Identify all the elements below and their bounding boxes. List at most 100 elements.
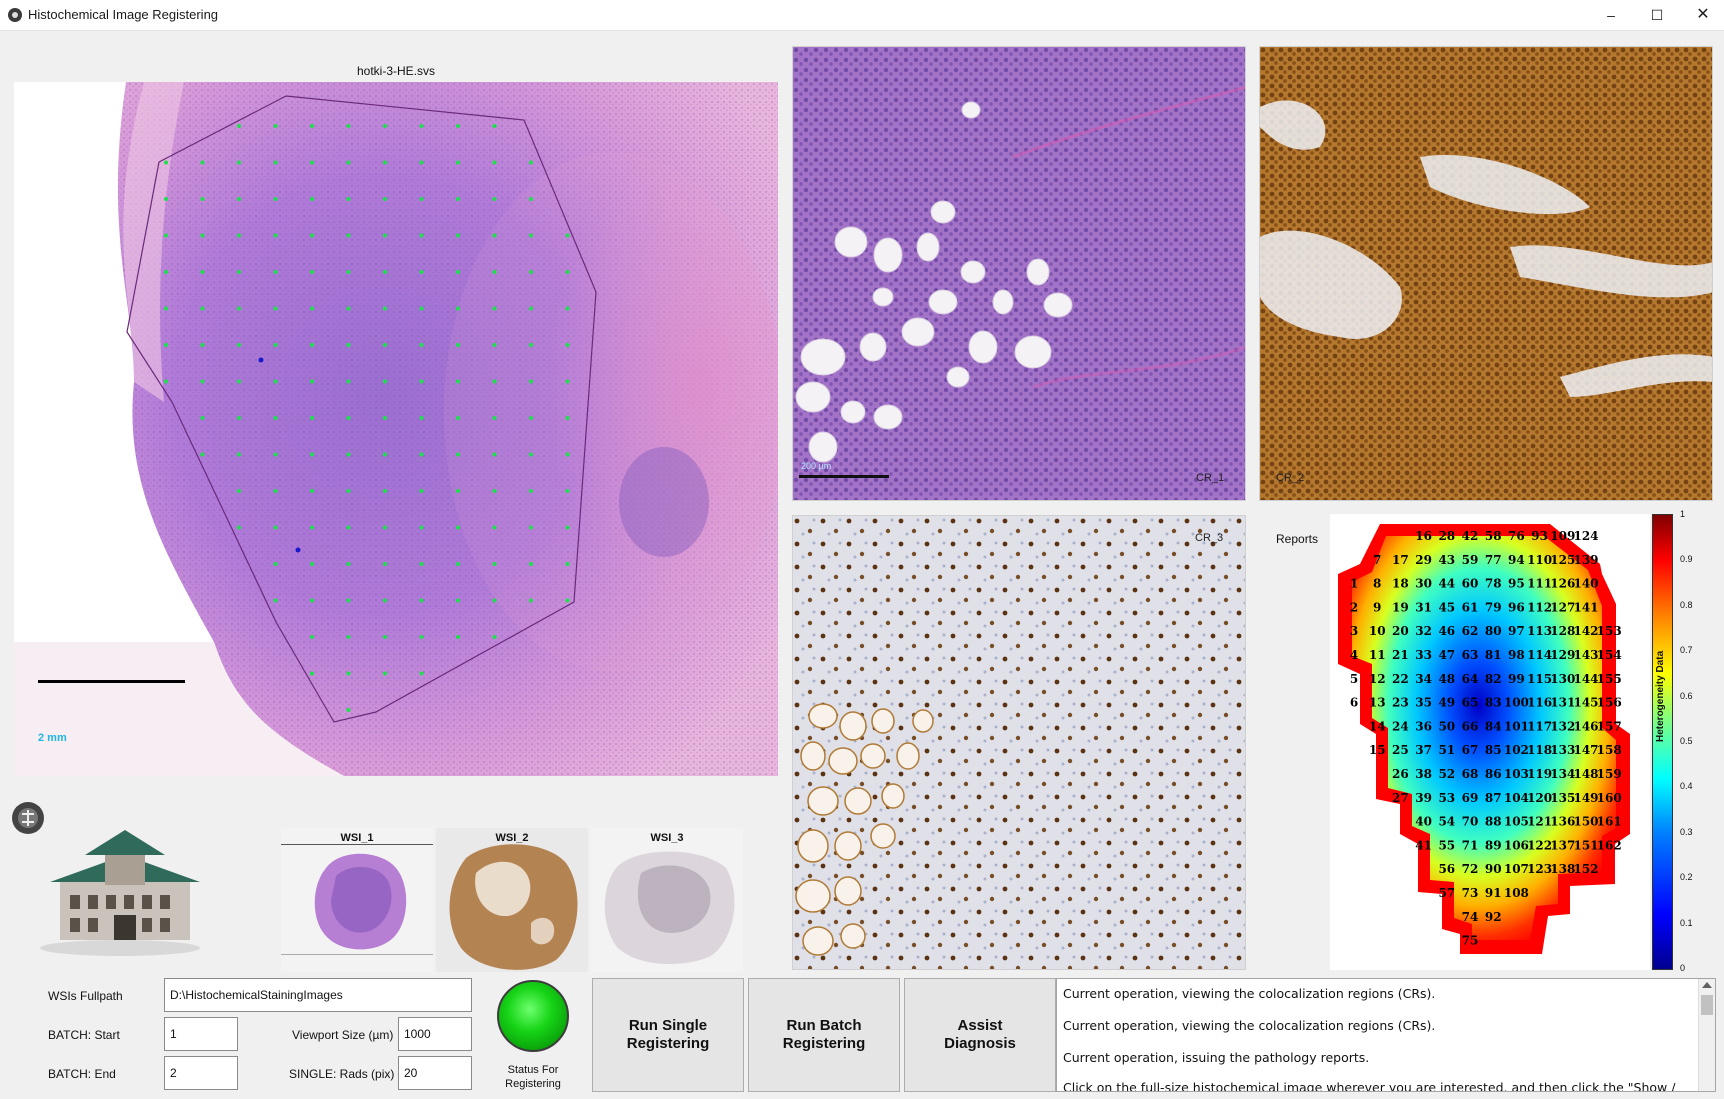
heatmap-region-number: 58 <box>1485 529 1502 543</box>
institution-logo <box>10 800 200 960</box>
log-scrollbar[interactable] <box>1698 979 1715 1091</box>
sample-point <box>200 197 205 201</box>
heatmap-region-number: 85 <box>1485 743 1502 757</box>
heatmap-region-number: 119 <box>1527 767 1552 781</box>
sample-point <box>237 416 241 420</box>
wsi-thumbnail-2[interactable]: WSI_2 <box>436 828 588 972</box>
colorbar-tick-label: 0.9 <box>1680 554 1693 565</box>
log-line: Current operation, issuing the pathology… <box>1063 1050 1370 1065</box>
operation-log[interactable]: Current operation, viewing the colocaliz… <box>1056 978 1716 1092</box>
sample-point <box>456 562 460 566</box>
viewport-size-input[interactable] <box>398 1017 472 1051</box>
wsi-main-view[interactable] <box>14 82 778 776</box>
heatmap-region-number: 112 <box>1527 600 1552 614</box>
sample-point <box>273 416 278 420</box>
maximize-button[interactable]: ☐ <box>1634 0 1680 31</box>
sample-point <box>200 416 205 420</box>
sample-point <box>529 598 533 603</box>
heatmap-region-number: 141 <box>1573 600 1598 614</box>
heatmap-region-number: 63 <box>1462 648 1479 662</box>
heatmap-region-number: 157 <box>1597 719 1622 733</box>
cr2-panel[interactable]: CR_2 <box>1259 46 1713 501</box>
heatmap-region-number: 155 <box>1597 672 1622 686</box>
selected-point <box>258 357 264 363</box>
sample-point <box>346 233 351 238</box>
sample-point <box>456 343 460 347</box>
sample-point <box>529 343 533 347</box>
wsi-thumbnail-3[interactable]: WSI_3 <box>591 828 743 972</box>
sample-point <box>237 343 241 347</box>
heatmap-region-number: 64 <box>1462 672 1479 686</box>
heterogeneity-heatmap[interactable]: 16 28 42 58 76 93 109 124 7 17 29 43 59 77 94 110 125 139… <box>1330 514 1650 970</box>
sample-point <box>565 562 570 566</box>
colorbar-tick-label: 0 <box>1680 963 1686 973</box>
heatmap-region-number: 101 <box>1504 719 1529 733</box>
heatmap-region-number: 81 <box>1485 648 1502 662</box>
sample-point <box>492 379 497 384</box>
wsi-thumbnail-1[interactable]: WSI_1 <box>281 828 433 972</box>
scroll-thumb[interactable] <box>1701 995 1713 1015</box>
sample-point <box>456 635 460 639</box>
sample-point <box>273 343 278 347</box>
heatmap-region-number: 138 <box>1550 862 1575 876</box>
sample-point <box>273 598 278 603</box>
run-batch-registering-button[interactable]: Run Batch Registering <box>748 978 900 1092</box>
heatmap-region-number: 24 <box>1392 719 1409 733</box>
heatmap-region-number: 135 <box>1550 791 1575 805</box>
batch-end-input[interactable] <box>164 1056 238 1090</box>
sample-point <box>383 598 387 603</box>
status-label: Status For Registering <box>505 1064 561 1090</box>
heatmap-region-number: 20 <box>1392 624 1409 638</box>
heatmap-region-number: 121 <box>1527 815 1552 829</box>
status-indicator-light <box>497 980 569 1052</box>
sample-point <box>383 416 387 420</box>
heatmap-region-number: 77 <box>1485 553 1502 567</box>
close-button[interactable]: ✕ <box>1680 0 1724 31</box>
heatmap-region-number: 140 <box>1573 577 1598 591</box>
sample-point <box>346 197 351 201</box>
heatmap-region-number: 35 <box>1415 696 1432 710</box>
heatmap-region-number: 131 <box>1550 696 1575 710</box>
batch-start-input[interactable] <box>164 1017 238 1051</box>
sample-point <box>164 160 168 165</box>
sample-point <box>164 306 168 311</box>
sample-point <box>419 562 424 566</box>
sample-point <box>565 343 570 347</box>
cr3-panel[interactable]: CR_3 <box>792 515 1246 970</box>
heatmap-region-number: 4 <box>1350 648 1358 662</box>
heatmap-region-number: 156 <box>1597 696 1622 710</box>
sample-point <box>237 233 241 238</box>
heatmap-region-number: 17 <box>1392 553 1409 567</box>
minimize-button[interactable]: – <box>1588 0 1634 31</box>
sample-point <box>237 525 241 530</box>
sample-point <box>310 671 314 676</box>
sample-point <box>492 306 497 311</box>
fullpath-input[interactable] <box>164 978 472 1012</box>
heatmap-region-number: 9 <box>1373 600 1381 614</box>
sample-point <box>565 598 570 603</box>
sample-point <box>419 343 424 347</box>
run-single-registering-button[interactable]: Run Single Registering <box>592 978 744 1092</box>
heatmap-region-number: 150 <box>1573 815 1598 829</box>
heatmap-region-number: 36 <box>1415 719 1432 733</box>
heatmap-region-number: 146 <box>1573 719 1598 733</box>
sample-point <box>529 233 533 238</box>
single-rads-input[interactable] <box>398 1056 472 1090</box>
sample-point <box>383 562 387 566</box>
sample-point <box>310 452 314 457</box>
heatmap-region-number: 15 <box>1369 743 1386 757</box>
heatmap-region-number: 100 <box>1504 696 1529 710</box>
sample-point <box>346 124 351 128</box>
heatmap-region-number: 53 <box>1438 791 1455 805</box>
cr1-panel[interactable]: 200 µm CR_1 <box>792 46 1246 501</box>
assist-diagnosis-button[interactable]: Assist Diagnosis <box>904 978 1056 1092</box>
heatmap-region-number: 130 <box>1550 672 1575 686</box>
heatmap-region-number: 66 <box>1462 719 1479 733</box>
heatmap-region-number: 136 <box>1550 815 1575 829</box>
heatmap-region-number: 49 <box>1438 696 1455 710</box>
scroll-up-icon[interactable] <box>1702 982 1712 988</box>
sample-point <box>565 525 570 530</box>
heatmap-region-number: 62 <box>1462 624 1479 638</box>
heatmap-region-number: 54 <box>1438 815 1455 829</box>
cr1-scale-label: 200 µm <box>801 461 832 471</box>
